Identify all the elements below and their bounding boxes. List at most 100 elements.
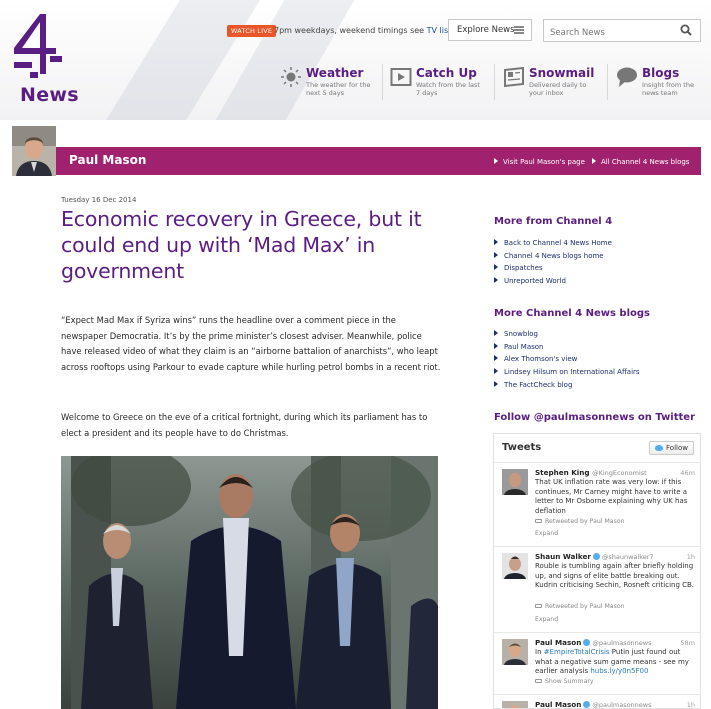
retweet-info: Retweeted by Paul Mason [535, 518, 625, 525]
channel4-logo[interactable]: News [8, 10, 79, 106]
search-box [543, 19, 701, 44]
verified-badge-icon [583, 701, 591, 708]
sidebar-link-label: Snowblog [504, 330, 539, 338]
article-photo [61, 456, 438, 709]
tweet[interactable]: Shaun Walker @shaunwalker7 1h Rouble is t… [494, 546, 700, 632]
sidebar-link-label: Channel 4 News blogs home [504, 251, 604, 260]
header-watermark [106, 0, 355, 120]
sidebar-link-label: Lindsey Hilsum on International Affairs [504, 368, 640, 377]
tweet-time[interactable]: 1h [687, 701, 695, 708]
retweet-info: Retweeted by Paul Mason [535, 603, 625, 610]
nav-catch-up-title: Catch Up [416, 66, 477, 80]
tweet-author[interactable]: Paul Mason @paulmasonnews [535, 638, 652, 647]
tweet-author-name: Shaun Walker [535, 552, 591, 561]
site-header: News WATCH LIVE 7pm weekdays, weekend ti… [0, 0, 711, 120]
avatar[interactable] [502, 469, 528, 495]
photo-politicians-walking [61, 456, 438, 709]
more-channel4-list: Back to Channel 4 News Home Channel 4 Ne… [494, 237, 612, 288]
sidebar-link-label: Back to Channel 4 News Home [504, 239, 612, 247]
all-blogs-link[interactable]: All Channel 4 News blogs [592, 158, 689, 166]
avatar[interactable] [502, 639, 528, 665]
arrow-right-icon [494, 342, 498, 349]
sidebar-link-label: Paul Mason [504, 342, 544, 351]
author-avatar[interactable] [12, 126, 56, 176]
article-title: Economic recovery in Greece, but it coul… [61, 207, 422, 283]
arrow-right-icon [494, 239, 498, 245]
author-name[interactable]: Paul Mason [69, 153, 146, 167]
tweet-text: Rouble is tumbling again after briefly h… [535, 562, 695, 590]
all-blogs-label: All Channel 4 News blogs [601, 158, 690, 166]
arrow-right-icon [494, 368, 498, 375]
tweet[interactable]: Paul Mason @paulmasonnews 1h [494, 694, 700, 709]
tweet-text: In #EmpireTotalCrisis Putin just found o… [535, 648, 695, 677]
twitter-follow-heading: Follow @paulmasonnews on Twitter [494, 412, 696, 423]
follow-label: Follow [666, 444, 688, 452]
sidebar-link[interactable]: The FactCheck blog [494, 379, 640, 392]
nav-snowmail-desc: Delivered daily to your inbox [529, 81, 587, 97]
sidebar-link[interactable]: Back to Channel 4 News Home [494, 237, 612, 250]
tweet-url-link[interactable]: hubs.ly/y0n5F00 [590, 667, 648, 675]
sidebar-link[interactable]: Lindsey Hilsum on International Affairs [494, 366, 640, 379]
tweet-author[interactable]: Stephen King @KingEconomist [535, 468, 647, 477]
more-channel4-heading: More from Channel 4 [494, 216, 613, 227]
sidebar-link[interactable]: Paul Mason [494, 341, 640, 354]
search-icon[interactable] [680, 24, 692, 36]
arrow-right-icon [494, 158, 498, 164]
nav-divider [382, 64, 383, 100]
tweet-time[interactable]: 58m [680, 639, 695, 647]
tweet[interactable]: Paul Mason @paulmasonnews 58m In #EmpireT… [494, 632, 700, 694]
hamburger-menu-icon [514, 26, 524, 34]
tweet[interactable]: Stephen King @KingEconomist 46m That UK … [494, 462, 700, 546]
newspaper-icon [504, 66, 524, 88]
nav-blogs-desc: Insight from the news team [642, 81, 694, 97]
arrow-right-icon [494, 264, 498, 271]
twitter-bird-icon [655, 445, 664, 451]
sidebar-link[interactable]: Dispatches [494, 262, 612, 275]
tweet-expand-link[interactable]: Expand [535, 530, 558, 537]
sidebar-link-label: Unreported World [504, 277, 566, 286]
tweet-expand-link[interactable]: Expand [535, 616, 558, 623]
sidebar-link[interactable]: Unreported World [494, 275, 612, 288]
tweet-author[interactable]: Paul Mason @paulmasonnews [535, 700, 652, 709]
tweet-handle: @paulmasonnews [592, 639, 652, 647]
sidebar-link[interactable]: Alex Thomson's view [494, 353, 640, 366]
arrow-right-icon [494, 251, 498, 258]
article-paragraph: Welcome to Greece on the eve of a critic… [61, 412, 428, 438]
visit-author-page-link[interactable]: Visit Paul Mason's page [494, 158, 585, 166]
more-blogs-heading: More Channel 4 News blogs [494, 308, 650, 319]
speech-bubble-icon [617, 67, 637, 87]
tweet-time[interactable]: 1h [687, 553, 695, 561]
nav-snowmail-title: Snowmail [529, 66, 595, 80]
summary-icon [535, 679, 542, 683]
hashtag-link[interactable]: #EmpireTotalCrisis [544, 648, 610, 656]
avatar[interactable] [502, 701, 528, 708]
logo-news-text: News [20, 84, 79, 106]
nav-weather-title: Weather [306, 66, 364, 80]
tweet-author[interactable]: Shaun Walker @shaunwalker7 [535, 552, 654, 561]
schedule-text: 7pm weekdays, weekend timings see TV lis… [274, 25, 468, 37]
play-icon [390, 68, 412, 86]
tweets-title: Tweets [502, 442, 542, 453]
tweet-handle: @shaunwalker7 [601, 553, 654, 561]
tweet-text: That UK inflation rate was very low: if … [535, 478, 688, 515]
sidebar-link[interactable]: Snowblog [494, 328, 640, 341]
twitter-widget: Tweets Follow Stephen King @KingEconomis… [493, 433, 701, 709]
arrow-right-icon [494, 355, 498, 362]
explore-news-button[interactable]: Explore News [448, 19, 532, 41]
sidebar-link[interactable]: Channel 4 News blogs home [494, 250, 612, 263]
retweet-icon [535, 519, 542, 523]
sidebar-link-label: The FactCheck blog [504, 380, 573, 389]
watch-live-badge[interactable]: WATCH LIVE [227, 25, 277, 37]
tweet-time[interactable]: 46m [680, 469, 695, 477]
retweet-label: Retweeted by Paul Mason [545, 603, 625, 610]
show-summary-link[interactable]: Show Summary [535, 678, 594, 685]
tweet-author-name: Paul Mason [535, 638, 582, 647]
sidebar-link-label: Alex Thomson's view [504, 355, 578, 364]
article-paragraph: “Expect Mad Max if Syriza wins” runs the… [61, 315, 441, 372]
twitter-follow-button[interactable]: Follow [649, 441, 694, 455]
more-blogs-list: Snowblog Paul Mason Alex Thomson's view … [494, 328, 640, 392]
search-input[interactable] [544, 22, 674, 44]
tweet-handle: @paulmasonnews [592, 701, 652, 709]
channel4-4-icon [14, 14, 62, 78]
avatar[interactable] [502, 553, 528, 579]
